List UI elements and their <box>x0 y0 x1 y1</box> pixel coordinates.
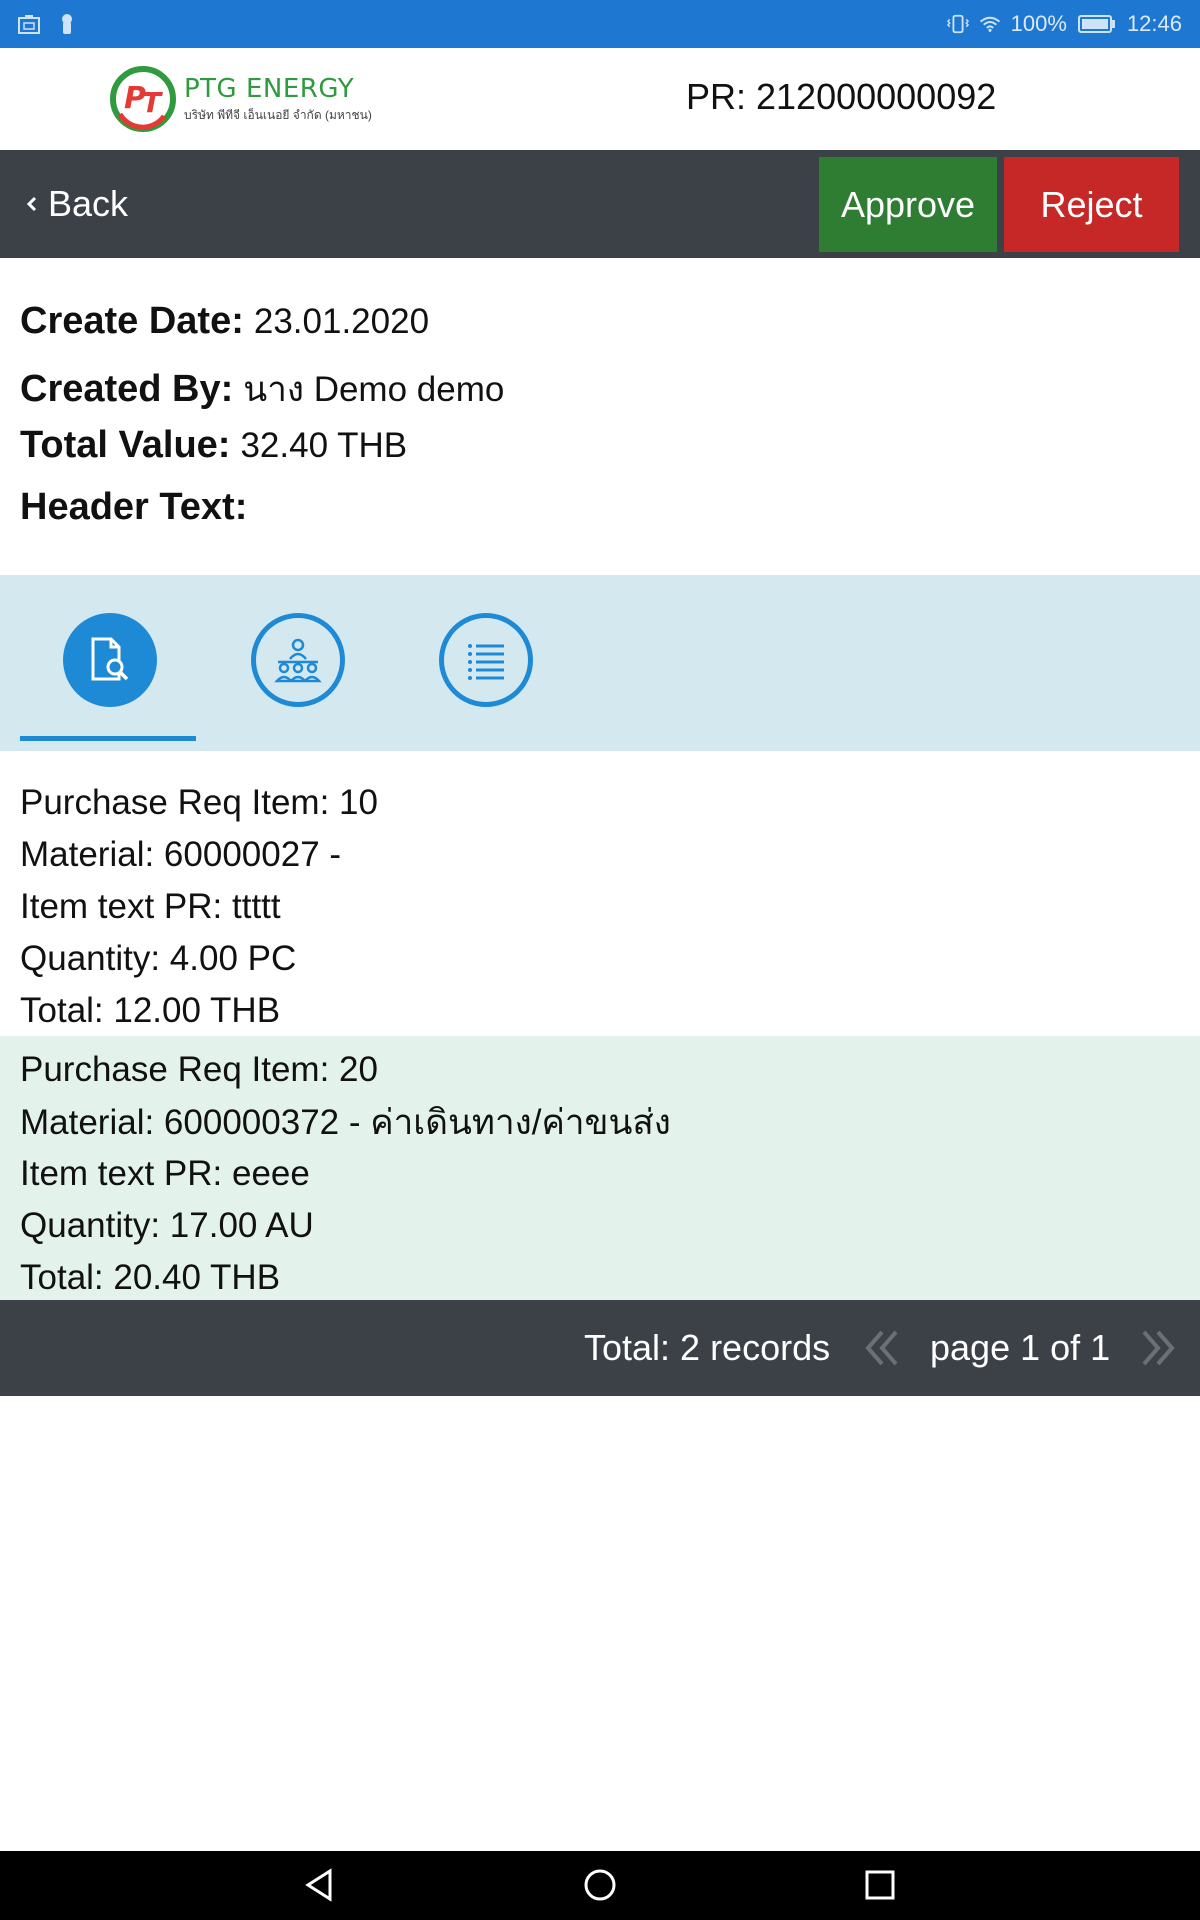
item-text: Item text PR: ttttt <box>20 887 281 926</box>
list-icon <box>468 644 504 680</box>
tab-approvers[interactable] <box>251 613 345 707</box>
home-circle-icon[interactable] <box>580 1865 620 1905</box>
quantity: Quantity: 17.00 AU <box>20 1206 314 1245</box>
approve-button[interactable]: Approve <box>819 157 997 252</box>
recents-square-icon[interactable] <box>860 1865 900 1905</box>
people-group-icon <box>274 638 322 683</box>
clock: 12:46 <box>1126 11 1182 36</box>
header-text-label: Header Text: <box>20 486 248 528</box>
pr-number: PR: 212000000092 <box>686 76 997 117</box>
key-icon <box>56 13 78 35</box>
screenshot-icon <box>18 13 40 35</box>
system-nav-bar <box>0 1851 1200 1920</box>
purchase-req-item: Purchase Req Item: 10 <box>20 783 378 822</box>
quantity: Quantity: 4.00 PC <box>20 939 297 978</box>
create-date-row: Create Date: 23.01.2020 <box>20 300 1180 362</box>
purchase-req-item: Purchase Req Item: 20 <box>20 1050 378 1089</box>
total-value-value: 32.40 THB <box>240 426 408 465</box>
list-item[interactable]: Purchase Req Item: 20 Material: 60000037… <box>0 1036 1200 1300</box>
detail-tabs <box>0 575 1200 751</box>
item-total: Total: 12.00 THB <box>20 991 281 1030</box>
item-text: Item text PR: eeee <box>20 1154 310 1193</box>
app-header: P T PTG ENERGY บริษัท พีทีจี เอ็นเนอยี จ… <box>0 48 1200 150</box>
document-search-icon <box>91 637 129 681</box>
pager: Total: 2 records page 1 of 1 <box>0 1300 1200 1396</box>
pr-info: Create Date: 23.01.2020 Created By: นาง … <box>20 300 1180 548</box>
double-chevron-left-icon[interactable] <box>860 1324 904 1372</box>
status-bar: 100% 12:46 <box>0 0 1200 48</box>
logo-name: PTG ENERGY <box>184 73 355 104</box>
back-label: Back <box>48 183 129 224</box>
back-button[interactable]: Back <box>24 150 128 258</box>
pr-item-list: Purchase Req Item: 10 Material: 60000027… <box>0 751 1200 1300</box>
created-by-row: Created By: นาง Demo demo <box>20 362 1180 424</box>
total-value-label: Total Value: <box>20 424 231 466</box>
item-total: Total: 20.40 THB <box>20 1258 281 1297</box>
create-date-label: Create Date: <box>20 300 244 342</box>
double-chevron-right-icon[interactable] <box>1136 1324 1180 1372</box>
created-by-label: Created By: <box>20 368 234 410</box>
svg-text:T: T <box>142 86 163 119</box>
header-text-row: Header Text: <box>20 486 1180 548</box>
ptg-logo-icon: P T <box>110 66 176 132</box>
created-by-value: นาง Demo demo <box>243 370 505 409</box>
wifi-icon <box>979 13 1001 35</box>
record-count: Total: 2 records <box>584 1327 831 1368</box>
material: Material: 60000027 - <box>20 835 342 874</box>
reject-button[interactable]: Reject <box>1004 157 1179 252</box>
create-date-value: 23.01.2020 <box>253 302 430 341</box>
logo-subtitle: บริษัท พีทีจี เอ็นเนอยี จำกัด (มหาชน) <box>184 107 372 122</box>
total-value-row: Total Value: 32.40 THB <box>20 424 1180 486</box>
company-logo: P T PTG ENERGY บริษัท พีทีจี เอ็นเนอยี จ… <box>110 58 372 140</box>
back-triangle-icon[interactable] <box>300 1865 340 1905</box>
action-toolbar: Back Approve Reject <box>0 150 1200 258</box>
material: Material: 600000372 - ค่าเดินทาง/ค่าขนส่… <box>20 1102 671 1142</box>
active-tab-indicator <box>20 736 196 741</box>
tab-items[interactable] <box>63 613 157 707</box>
vibrate-icon <box>946 13 969 35</box>
list-item[interactable]: Purchase Req Item: 10 Material: 60000027… <box>0 751 1200 1036</box>
chevron-left-icon <box>26 196 37 212</box>
battery-percent: 100% <box>1010 11 1067 36</box>
battery-icon <box>1077 13 1117 35</box>
tab-list[interactable] <box>439 613 533 707</box>
page-indicator: page 1 of 1 <box>930 1327 1111 1368</box>
